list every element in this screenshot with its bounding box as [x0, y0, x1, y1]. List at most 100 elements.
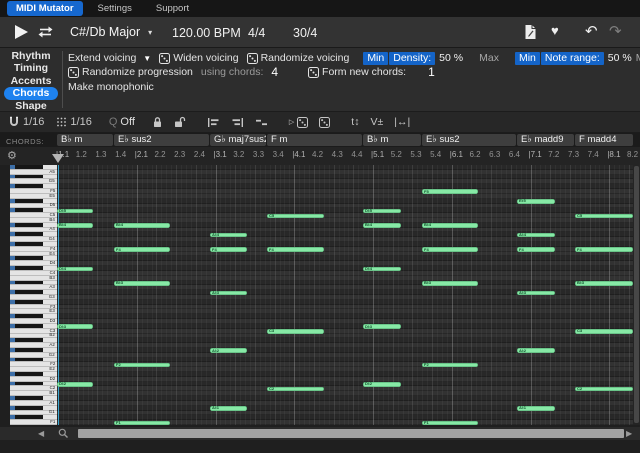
- chord-block[interactable]: E♭ sus2: [422, 134, 516, 146]
- midi-note[interactable]: D♭2: [57, 382, 93, 387]
- randomize-progression-button[interactable]: Randomize progression: [68, 66, 193, 78]
- sidebar-item-timing[interactable]: Timing: [5, 62, 57, 74]
- midi-note[interactable]: D♭5: [57, 209, 93, 214]
- chord-block[interactable]: E♭ sus2: [114, 134, 209, 146]
- stagger-icon[interactable]: [255, 117, 268, 128]
- lock-closed-icon[interactable]: [152, 116, 163, 128]
- sidebar-item-chords[interactable]: Chords: [4, 87, 59, 99]
- midi-note[interactable]: C5: [267, 214, 324, 219]
- chord-block[interactable]: E♭ madd9: [517, 134, 574, 146]
- midi-note[interactable]: D♭4: [57, 267, 93, 272]
- midi-note[interactable]: B♭4: [422, 223, 478, 228]
- vscroll-thumb[interactable]: [634, 166, 639, 423]
- gear-icon[interactable]: ⚙: [7, 149, 17, 162]
- midi-note[interactable]: B♭4: [363, 223, 401, 228]
- lock-open-icon[interactable]: [174, 116, 186, 128]
- chord-block[interactable]: B♭ m: [57, 134, 113, 146]
- midi-note[interactable]: D♭2: [363, 382, 401, 387]
- note-range-min-button[interactable]: Min: [515, 52, 540, 65]
- align-end-icon[interactable]: [231, 117, 244, 128]
- midi-note[interactable]: B♭4: [114, 223, 170, 228]
- grid-setting[interactable]: 1/16: [55, 116, 91, 128]
- midi-note[interactable]: F4: [422, 247, 478, 252]
- midi-note[interactable]: A♭1: [517, 406, 555, 411]
- midi-note[interactable]: D♭3: [363, 324, 401, 329]
- note-range-label[interactable]: Note range:: [541, 52, 604, 65]
- velocity-button[interactable]: V±: [370, 116, 383, 128]
- preset-file-icon[interactable]: [524, 24, 537, 40]
- density-min-button[interactable]: Min: [363, 52, 388, 65]
- midi-note[interactable]: C3: [575, 329, 633, 334]
- quantize-toggle[interactable]: Q Off: [109, 116, 135, 128]
- loop-button[interactable]: [37, 25, 54, 39]
- density-max-button[interactable]: Max: [479, 52, 499, 64]
- loop-length[interactable]: 30/4: [293, 26, 317, 40]
- sidebar-item-accents[interactable]: Accents: [2, 75, 61, 87]
- scroll-right-button[interactable]: ▶: [626, 429, 632, 438]
- note-range-max-button[interactable]: Max: [636, 52, 640, 64]
- midi-note[interactable]: F4: [575, 247, 633, 252]
- vertical-scrollbar[interactable]: [633, 165, 640, 425]
- midi-note[interactable]: C3: [267, 329, 324, 334]
- key-selector[interactable]: C#/Db Major ▾: [70, 25, 152, 39]
- midi-note[interactable]: A♭4: [517, 233, 555, 238]
- midi-note[interactable]: A♭3: [210, 291, 247, 296]
- tab-settings[interactable]: Settings: [89, 1, 141, 16]
- midi-note[interactable]: F4: [114, 247, 170, 252]
- tab-midi-mutator[interactable]: MIDI Mutator: [7, 1, 83, 16]
- make-monophonic-button[interactable]: Make monophonic: [68, 81, 154, 93]
- undo-button[interactable]: ↶: [585, 22, 598, 40]
- legato-button[interactable]: |↔|: [394, 116, 410, 128]
- midi-note[interactable]: C2: [267, 387, 324, 392]
- transpose-button[interactable]: t↕: [351, 116, 359, 128]
- density-label[interactable]: Density:: [389, 52, 435, 65]
- midi-note[interactable]: F4: [210, 247, 247, 252]
- scroll-left-button[interactable]: ◀: [38, 429, 44, 438]
- midi-note[interactable]: F5: [422, 189, 478, 194]
- timeline-ruler[interactable]: ⚙ |1.11.21.31.4|2.12.22.32.4|3.13.23.33.…: [0, 147, 640, 165]
- midi-note[interactable]: B♭4: [57, 223, 93, 228]
- midi-note[interactable]: A♭3: [517, 291, 555, 296]
- midi-note[interactable]: B♭3: [114, 281, 170, 286]
- hscroll-thumb[interactable]: [78, 429, 624, 438]
- midi-note[interactable]: A♭2: [210, 348, 247, 353]
- midi-note[interactable]: F2: [114, 363, 170, 368]
- midi-note[interactable]: C5: [575, 214, 633, 219]
- note-range-value[interactable]: 50 %: [608, 52, 632, 64]
- using-chords-value[interactable]: 4: [271, 65, 278, 79]
- chord-block[interactable]: G♭ maj7sus2: [210, 134, 266, 146]
- piano-roll-grid[interactable]: D♭5 B♭4 D♭4 D♭3 D♭2 B♭4 F4 B♭3 F2 F1 A♭4 F4 A♭3 A♭2 A♭…: [57, 165, 633, 425]
- density-value[interactable]: 50 %: [439, 52, 463, 64]
- widen-voicing-button[interactable]: Widen voicing: [159, 52, 238, 64]
- snap-setting[interactable]: 1/16: [8, 116, 44, 128]
- redo-button[interactable]: ↷: [609, 22, 622, 40]
- align-start-icon[interactable]: [207, 117, 220, 128]
- midi-note[interactable]: B♭3: [575, 281, 633, 286]
- midi-note[interactable]: C2: [575, 387, 633, 392]
- midi-note[interactable]: F4: [517, 247, 555, 252]
- midi-note[interactable]: D♭3: [57, 324, 93, 329]
- favorite-heart-icon[interactable]: ♥: [551, 23, 559, 38]
- midi-note[interactable]: A♭1: [210, 406, 247, 411]
- midi-note[interactable]: B♭3: [422, 281, 478, 286]
- time-signature[interactable]: 4/4: [248, 26, 265, 40]
- chord-block[interactable]: B♭ m: [363, 134, 421, 146]
- tab-support[interactable]: Support: [147, 1, 198, 16]
- form-new-chords-value[interactable]: 1: [428, 65, 435, 79]
- chord-block[interactable]: F m: [267, 134, 362, 146]
- randomize-lengths-icon[interactable]: [319, 117, 330, 128]
- midi-note[interactable]: A♭2: [517, 348, 555, 353]
- zoom-icon[interactable]: [58, 428, 69, 439]
- randomize-positions-button[interactable]: ▷: [289, 117, 308, 128]
- randomize-voicing-button[interactable]: Randomize voicing: [247, 52, 350, 64]
- chord-block[interactable]: F madd4: [575, 134, 633, 146]
- midi-note[interactable]: F4: [267, 247, 324, 252]
- form-new-chords-button[interactable]: Form new chords:: [308, 66, 406, 78]
- midi-note[interactable]: D♭5: [363, 209, 401, 214]
- extend-voicing-button[interactable]: Extend voicing ▼: [68, 52, 151, 64]
- bpm-display[interactable]: 120.00 BPM: [172, 26, 241, 40]
- midi-note[interactable]: F2: [422, 363, 478, 368]
- hscroll-track[interactable]: [78, 429, 624, 438]
- midi-note[interactable]: F1: [114, 421, 170, 425]
- midi-note[interactable]: D♭4: [363, 267, 401, 272]
